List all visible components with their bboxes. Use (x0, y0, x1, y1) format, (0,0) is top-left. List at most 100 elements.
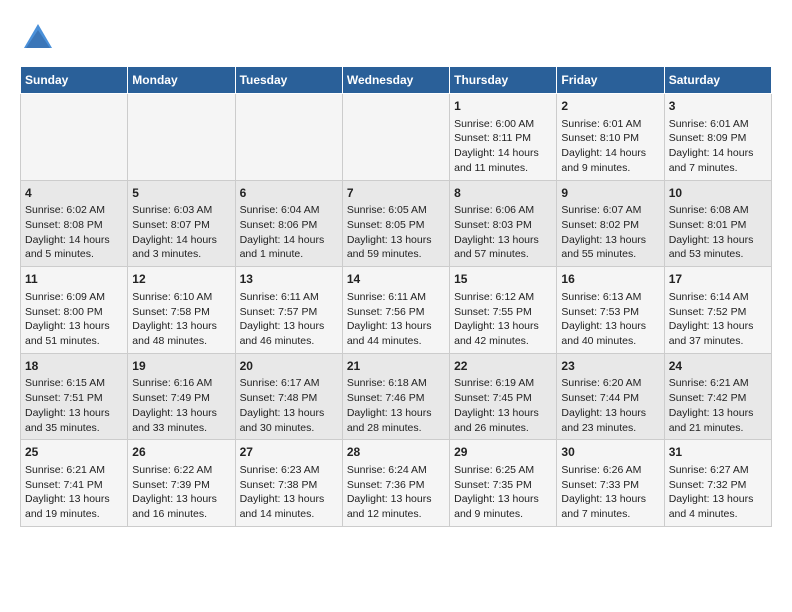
day-info: Daylight: 13 hours (561, 319, 659, 334)
day-info: Daylight: 13 hours (669, 492, 767, 507)
day-info: Sunrise: 6:13 AM (561, 290, 659, 305)
day-info: and 7 minutes. (669, 161, 767, 176)
day-number: 14 (347, 271, 445, 288)
day-header-thursday: Thursday (450, 67, 557, 94)
day-info: Daylight: 13 hours (669, 233, 767, 248)
calendar-cell (235, 94, 342, 181)
logo-icon (20, 20, 56, 56)
calendar-cell: 13Sunrise: 6:11 AMSunset: 7:57 PMDayligh… (235, 267, 342, 354)
day-info: Sunset: 7:53 PM (561, 305, 659, 320)
day-info: and 42 minutes. (454, 334, 552, 349)
day-info: Sunset: 7:36 PM (347, 478, 445, 493)
day-info: and 19 minutes. (25, 507, 123, 522)
day-info: and 23 minutes. (561, 421, 659, 436)
day-info: and 9 minutes. (561, 161, 659, 176)
day-number: 3 (669, 98, 767, 115)
day-info: Sunrise: 6:15 AM (25, 376, 123, 391)
day-info: Sunrise: 6:01 AM (669, 117, 767, 132)
day-info: Daylight: 14 hours (454, 146, 552, 161)
calendar-header-row: SundayMondayTuesdayWednesdayThursdayFrid… (21, 67, 772, 94)
calendar-cell: 9Sunrise: 6:07 AMSunset: 8:02 PMDaylight… (557, 180, 664, 267)
day-info: Sunrise: 6:09 AM (25, 290, 123, 305)
calendar-cell: 10Sunrise: 6:08 AMSunset: 8:01 PMDayligh… (664, 180, 771, 267)
day-info: Sunrise: 6:03 AM (132, 203, 230, 218)
day-info: and 28 minutes. (347, 421, 445, 436)
day-info: Sunset: 7:51 PM (25, 391, 123, 406)
day-info: Daylight: 13 hours (25, 319, 123, 334)
day-info: Daylight: 13 hours (25, 406, 123, 421)
page-header (20, 20, 772, 56)
day-info: and 26 minutes. (454, 421, 552, 436)
day-info: Daylight: 13 hours (561, 492, 659, 507)
day-number: 13 (240, 271, 338, 288)
day-info: and 48 minutes. (132, 334, 230, 349)
calendar-cell: 8Sunrise: 6:06 AMSunset: 8:03 PMDaylight… (450, 180, 557, 267)
day-info: Sunset: 7:57 PM (240, 305, 338, 320)
day-info: and 3 minutes. (132, 247, 230, 262)
calendar-cell (342, 94, 449, 181)
day-info: Daylight: 13 hours (347, 319, 445, 334)
day-info: Sunset: 8:01 PM (669, 218, 767, 233)
calendar-cell: 22Sunrise: 6:19 AMSunset: 7:45 PMDayligh… (450, 353, 557, 440)
day-info: Daylight: 13 hours (454, 492, 552, 507)
day-info: Daylight: 13 hours (347, 492, 445, 507)
day-number: 7 (347, 185, 445, 202)
day-info: Sunrise: 6:26 AM (561, 463, 659, 478)
day-header-monday: Monday (128, 67, 235, 94)
calendar-cell: 6Sunrise: 6:04 AMSunset: 8:06 PMDaylight… (235, 180, 342, 267)
day-info: Sunrise: 6:22 AM (132, 463, 230, 478)
day-number: 11 (25, 271, 123, 288)
day-header-wednesday: Wednesday (342, 67, 449, 94)
day-info: and 40 minutes. (561, 334, 659, 349)
day-info: and 21 minutes. (669, 421, 767, 436)
day-info: Daylight: 13 hours (132, 319, 230, 334)
day-number: 30 (561, 444, 659, 461)
day-info: Sunrise: 6:02 AM (25, 203, 123, 218)
day-info: Sunrise: 6:08 AM (669, 203, 767, 218)
calendar-cell: 2Sunrise: 6:01 AMSunset: 8:10 PMDaylight… (557, 94, 664, 181)
day-info: Sunset: 7:45 PM (454, 391, 552, 406)
day-info: Sunrise: 6:06 AM (454, 203, 552, 218)
day-info: and 55 minutes. (561, 247, 659, 262)
day-info: Sunset: 7:39 PM (132, 478, 230, 493)
day-number: 5 (132, 185, 230, 202)
calendar-cell: 28Sunrise: 6:24 AMSunset: 7:36 PMDayligh… (342, 440, 449, 527)
day-info: Sunrise: 6:11 AM (240, 290, 338, 305)
day-info: and 4 minutes. (669, 507, 767, 522)
calendar-cell: 20Sunrise: 6:17 AMSunset: 7:48 PMDayligh… (235, 353, 342, 440)
day-info: Daylight: 13 hours (132, 492, 230, 507)
calendar-cell: 5Sunrise: 6:03 AMSunset: 8:07 PMDaylight… (128, 180, 235, 267)
day-info: Daylight: 13 hours (25, 492, 123, 507)
day-info: Daylight: 13 hours (132, 406, 230, 421)
day-number: 12 (132, 271, 230, 288)
day-info: Sunset: 7:48 PM (240, 391, 338, 406)
day-info: Sunrise: 6:19 AM (454, 376, 552, 391)
day-info: Daylight: 13 hours (347, 406, 445, 421)
day-info: Sunrise: 6:21 AM (669, 376, 767, 391)
day-info: Daylight: 13 hours (561, 233, 659, 248)
day-info: Sunset: 8:02 PM (561, 218, 659, 233)
day-info: and 30 minutes. (240, 421, 338, 436)
day-info: Sunset: 8:00 PM (25, 305, 123, 320)
calendar-cell: 11 Sunrise: 6:09 AMSunset: 8:00 PMDayligh… (21, 267, 128, 354)
day-info: Daylight: 13 hours (561, 406, 659, 421)
day-number: 21 (347, 358, 445, 375)
day-info: Sunset: 7:55 PM (454, 305, 552, 320)
calendar-cell: 25Sunrise: 6:21 AMSunset: 7:41 PMDayligh… (21, 440, 128, 527)
day-info: Sunset: 7:58 PM (132, 305, 230, 320)
day-number: 20 (240, 358, 338, 375)
day-info: Daylight: 13 hours (454, 233, 552, 248)
calendar-week-5: 25Sunrise: 6:21 AMSunset: 7:41 PMDayligh… (21, 440, 772, 527)
day-info: and 51 minutes. (25, 334, 123, 349)
calendar-cell: 31Sunrise: 6:27 AMSunset: 7:32 PMDayligh… (664, 440, 771, 527)
calendar-cell (128, 94, 235, 181)
calendar-cell: 29Sunrise: 6:25 AMSunset: 7:35 PMDayligh… (450, 440, 557, 527)
day-info: Sunrise: 6:11 AM (347, 290, 445, 305)
day-info: and 14 minutes. (240, 507, 338, 522)
day-number: 8 (454, 185, 552, 202)
calendar-cell: 17Sunrise: 6:14 AMSunset: 7:52 PMDayligh… (664, 267, 771, 354)
day-number: 19 (132, 358, 230, 375)
day-info: and 5 minutes. (25, 247, 123, 262)
logo (20, 20, 60, 56)
day-info: Daylight: 13 hours (347, 233, 445, 248)
